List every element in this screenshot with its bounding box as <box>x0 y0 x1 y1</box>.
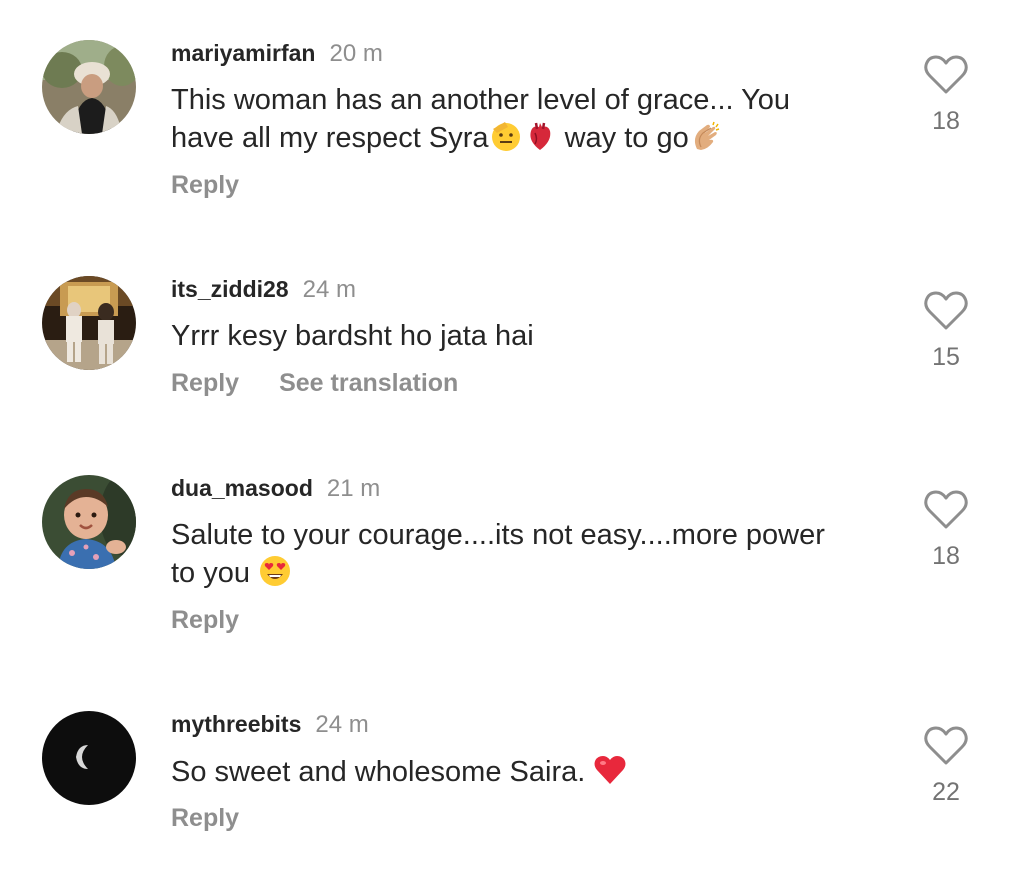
like-control: 15 <box>918 289 974 372</box>
comment-text: So sweet and wholesome Saira. <box>171 753 891 791</box>
avatar-image <box>42 475 136 569</box>
heart-icon[interactable] <box>923 724 969 766</box>
username[interactable]: dua_masood <box>171 475 313 501</box>
like-count: 22 <box>932 778 960 806</box>
comment-actions: Reply <box>171 606 239 635</box>
comment-text-line: Salute to your courage....its not easy..… <box>171 519 825 551</box>
comment-meta: mariyamirfan 20 m <box>171 38 383 69</box>
avatar[interactable] <box>42 475 136 569</box>
heart-icon[interactable] <box>923 488 969 530</box>
avatar[interactable] <box>42 276 136 370</box>
comment-text-line: So sweet and wholesome Saira. <box>171 756 594 788</box>
timestamp: 20 m <box>329 40 383 67</box>
like-count: 18 <box>932 542 960 570</box>
comment-meta: its_ziddi28 24 m <box>171 274 356 305</box>
like-control: 18 <box>918 53 974 136</box>
comment-text-line: have all my respect Syra <box>171 122 489 154</box>
avatar-image <box>42 711 136 805</box>
red-heart-icon <box>593 753 627 787</box>
avatar-image <box>42 40 136 134</box>
comment-meta: mythreebits 24 m <box>171 709 369 740</box>
like-count: 15 <box>932 343 960 371</box>
username[interactable]: mariyamirfan <box>171 40 315 66</box>
comment-text: Salute to your courage....its not easy..… <box>171 517 891 592</box>
reply-button[interactable]: Reply <box>171 606 239 634</box>
like-control: 18 <box>918 488 974 571</box>
avatar[interactable] <box>42 711 136 805</box>
comment-text: This woman has an another level of grace… <box>171 82 891 157</box>
like-control: 22 <box>918 724 974 807</box>
see-translation-button[interactable]: See translation <box>279 369 458 397</box>
reply-button[interactable]: Reply <box>171 171 239 199</box>
avatar[interactable] <box>42 40 136 134</box>
comment-actions: Reply <box>171 171 239 200</box>
username[interactable]: its_ziddi28 <box>171 276 289 302</box>
username[interactable]: mythreebits <box>171 711 301 737</box>
avatar-image <box>42 276 136 370</box>
comment-meta: dua_masood 21 m <box>171 473 380 504</box>
heart-icon[interactable] <box>923 53 969 95</box>
comment-text-line: way to go <box>556 122 689 154</box>
heart-icon[interactable] <box>923 289 969 331</box>
reply-button[interactable]: Reply <box>171 804 239 832</box>
timestamp: 21 m <box>326 475 381 502</box>
comment-text: Yrrr kesy bardsht ho jata hai <box>171 320 534 352</box>
comment-text-line: to you <box>171 557 259 589</box>
reply-button[interactable]: Reply <box>171 369 239 397</box>
timestamp: 24 m <box>315 711 369 738</box>
saluting-face-icon <box>489 119 523 153</box>
comment-actions: Reply See translation <box>171 369 458 398</box>
like-count: 18 <box>932 107 960 135</box>
anatomical-heart-icon <box>523 119 557 153</box>
timestamp: 24 m <box>302 276 356 303</box>
comment-actions: Reply <box>171 804 239 833</box>
clapping-hands-icon <box>689 119 723 153</box>
heart-eyes-icon <box>258 554 292 588</box>
comment-text-line: This woman has an another level of grace… <box>171 84 791 116</box>
